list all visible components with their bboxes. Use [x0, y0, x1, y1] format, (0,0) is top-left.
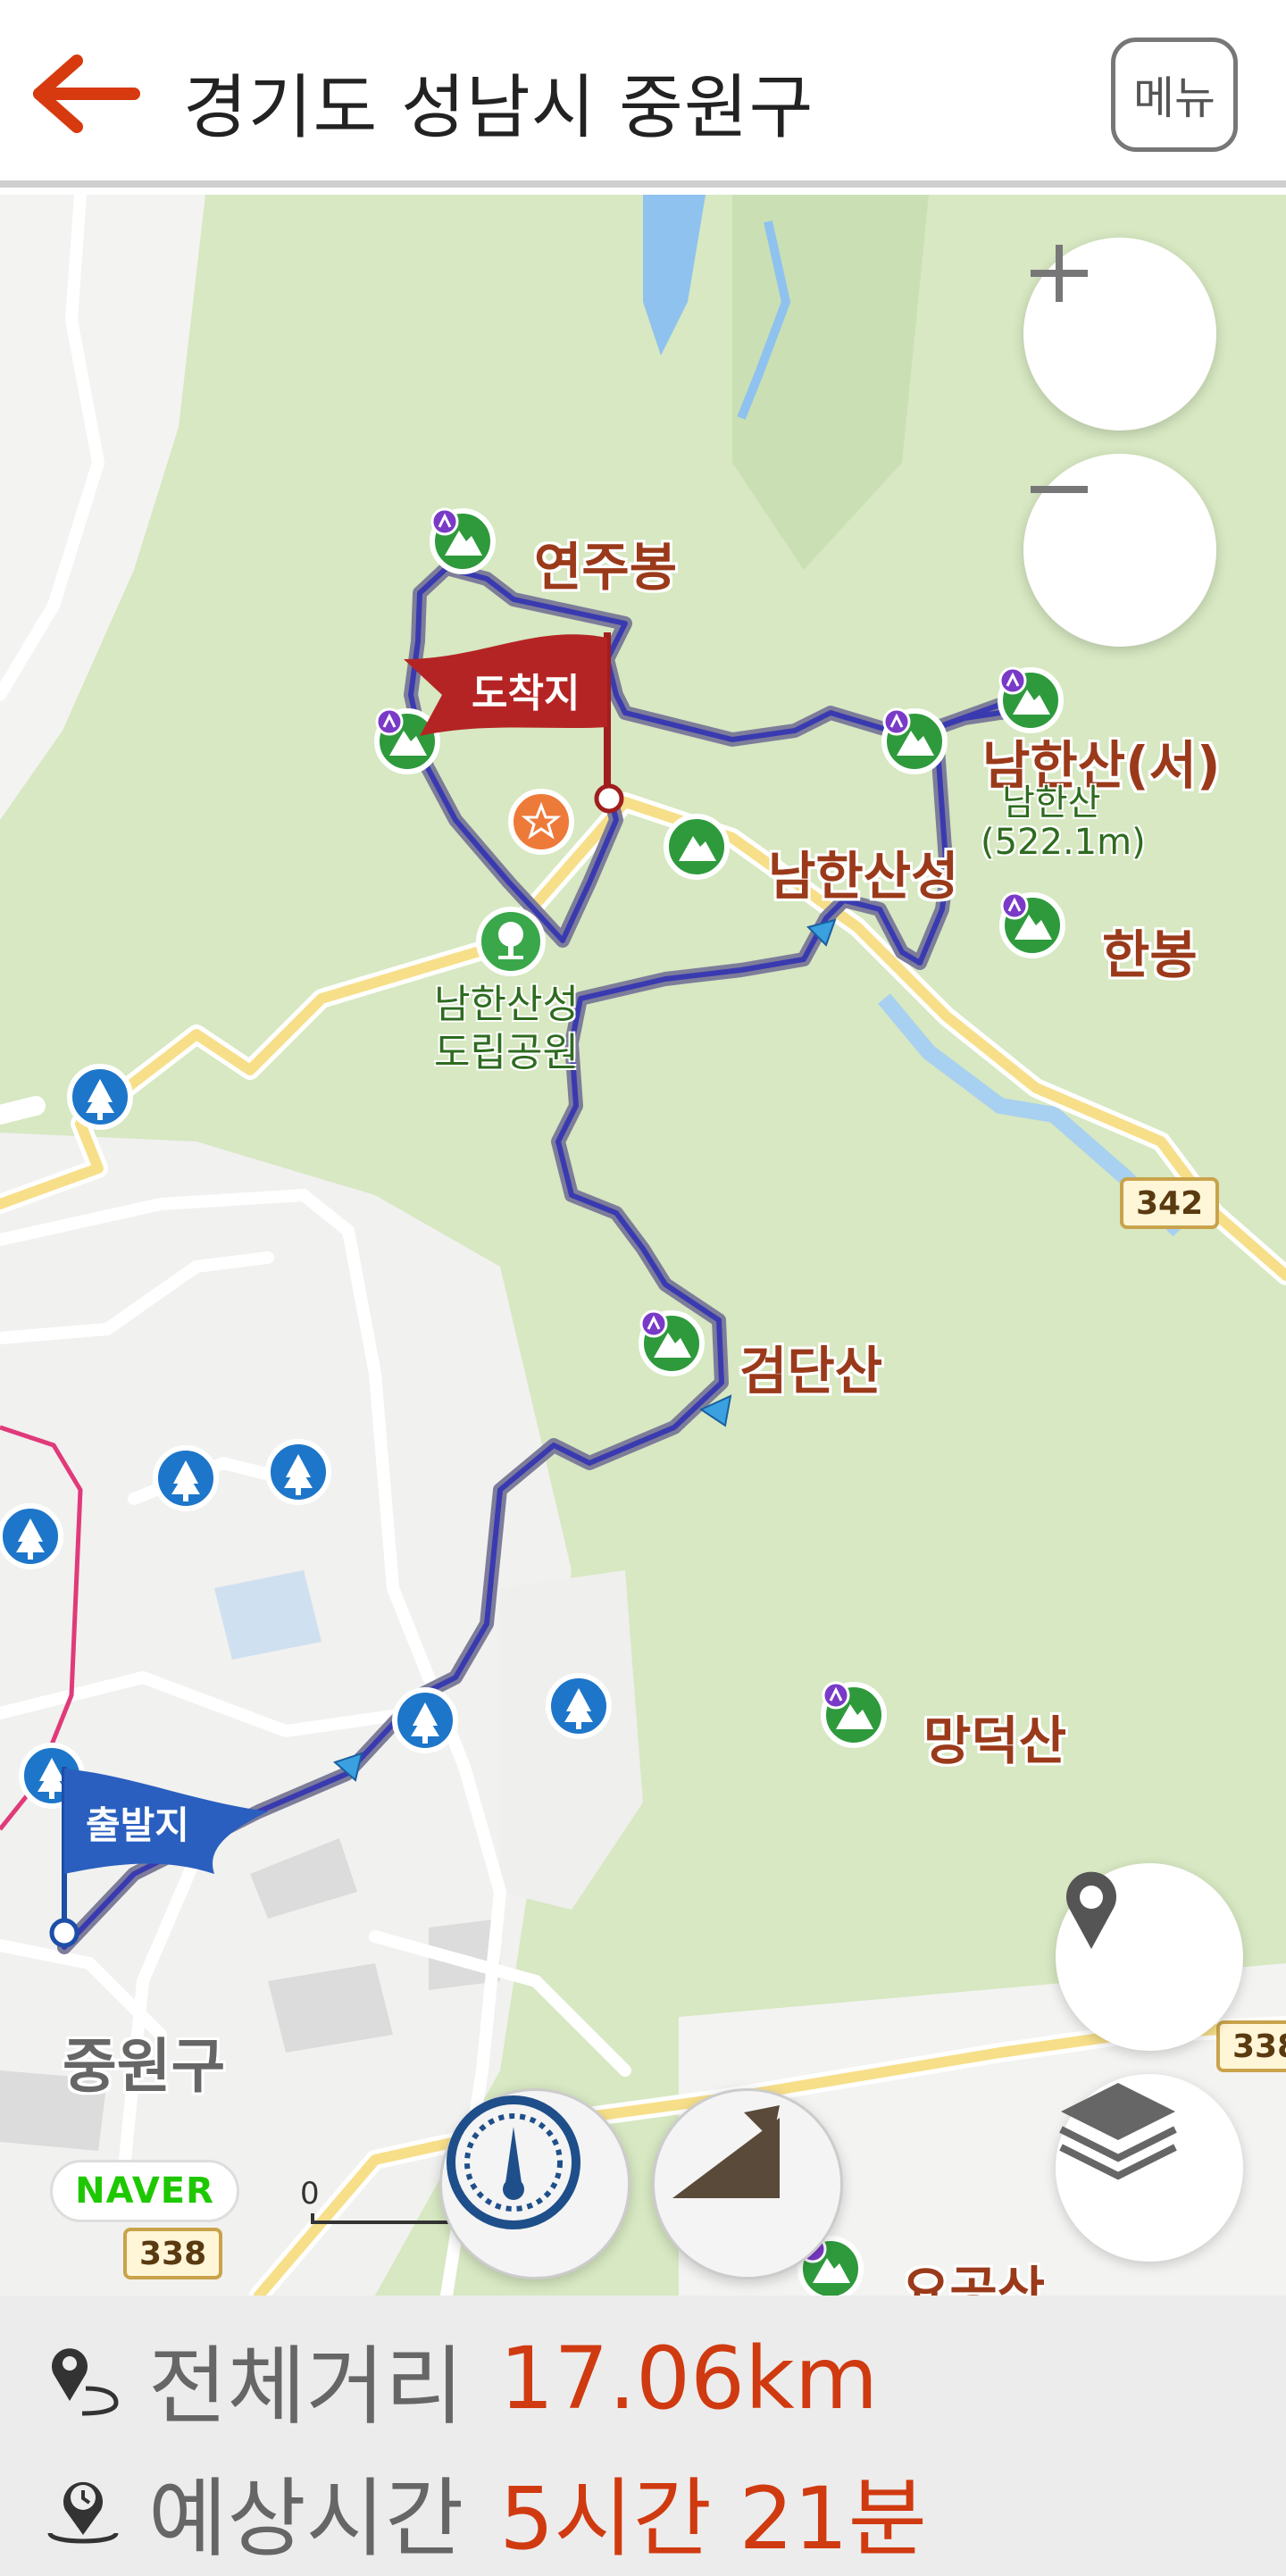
- distance-label: 전체거리: [148, 2336, 464, 2437]
- estimated-time-icon: [47, 2481, 119, 2544]
- peak-label-geomdansan: 검단산: [739, 1341, 883, 1401]
- road-number-badge: 338: [1216, 2020, 1286, 2072]
- map-layers-button[interactable]: [1056, 2074, 1243, 2262]
- plus-icon: [1031, 245, 1088, 302]
- zoom-out-button[interactable]: [1023, 454, 1216, 647]
- road-number-badge: 338: [123, 2228, 223, 2279]
- my-location-button[interactable]: [1056, 1863, 1243, 2051]
- speedometer-icon: [447, 2095, 580, 2229]
- time-row: 예상시간 5시간 21분: [43, 2453, 927, 2569]
- layers-icon: [1059, 2083, 1177, 2180]
- map-view[interactable]: 도착지 출발지 연주봉 남한산(서) 남한산 (522.1m) 남한산성 한봉 …: [0, 195, 1286, 2296]
- park-label: 남한산성 도립공원: [434, 982, 579, 1075]
- elevation-icon: [672, 2105, 780, 2198]
- peak-label-namhansan-elevation: (522.1m): [981, 822, 1146, 863]
- peak-label-yeonjubong: 연주봉: [534, 537, 678, 598]
- road-number-badge: 342: [1120, 1177, 1220, 1229]
- app-header: 경기도 성남시 중원구 메뉴: [0, 0, 1286, 188]
- menu-button[interactable]: 메뉴: [1111, 38, 1238, 152]
- distance-value: 17.06km: [499, 2329, 879, 2429]
- peak-label-namhansanseong: 남한산성: [768, 846, 959, 907]
- speed-gauge-button[interactable]: [439, 2088, 630, 2279]
- minus-icon: [1031, 486, 1088, 493]
- route-distance-icon: [52, 2348, 119, 2416]
- back-arrow-icon[interactable]: [27, 45, 152, 143]
- zoom-in-button[interactable]: [1023, 238, 1216, 431]
- scale-bar-label: 0: [300, 2176, 320, 2212]
- end-flag-label: 도착지: [472, 671, 580, 716]
- route-summary: 전체거리 17.06km 예상시간 5시간 21분: [0, 2296, 1286, 2576]
- peak-label-mangdeoksan: 망덕산: [923, 1710, 1067, 1771]
- start-flag-label: 출발지: [86, 1803, 189, 1847]
- peak-label-hanbong: 한봉: [1102, 924, 1198, 985]
- peak-label-yogongsan: 요공산: [902, 2261, 1046, 2296]
- page-title: 경기도 성남시 중원구: [183, 68, 814, 148]
- elevation-profile-button[interactable]: [652, 2088, 843, 2279]
- distance-row: 전체거리 17.06km: [43, 2321, 878, 2437]
- time-value: 5시간 21분: [499, 2468, 927, 2569]
- area-label: 중원구: [63, 2032, 226, 2101]
- naver-logo: NAVER: [50, 2160, 239, 2222]
- time-label: 예상시간: [148, 2468, 464, 2569]
- peak-label-namhansan: 남한산: [1002, 782, 1101, 824]
- location-pin-icon: [1066, 1871, 1116, 1949]
